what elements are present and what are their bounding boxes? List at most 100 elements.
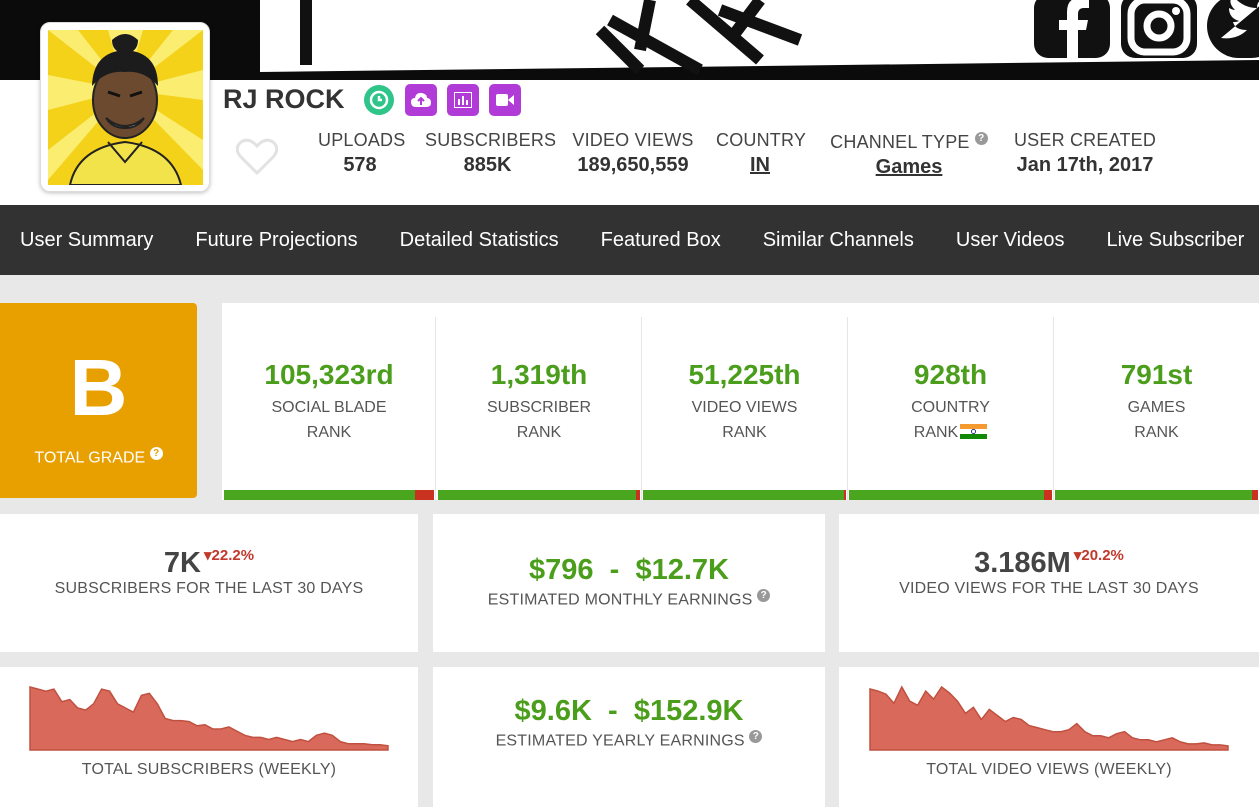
rank-label-line: COUNTRY	[911, 399, 990, 416]
stat-user-created: USER CREATED Jan 17th, 2017	[1012, 130, 1158, 177]
avatar-image	[48, 30, 203, 185]
rank-value: 51,225th	[688, 359, 801, 390]
rank-label: SUBSCRIBER RANK	[437, 395, 641, 445]
stat-subscribers: SUBSCRIBERS 885K	[425, 130, 557, 177]
video-views-30-days-card: 3.186M ▾20.2% VIDEO VIEWS FOR THE LAST 30…	[839, 514, 1259, 652]
rank-label-line: RANK	[913, 424, 959, 441]
grade-label: TOTAL GRADE ?	[0, 447, 197, 467]
rank-trend-bar	[643, 490, 846, 500]
rank-value: 928th	[913, 359, 988, 390]
views30-label: VIDEO VIEWS FOR THE LAST 30 DAYS	[899, 580, 1199, 597]
nav-similar-channels[interactable]: Similar Channels	[743, 229, 936, 252]
views30-change-text: 20.2%	[1081, 547, 1124, 564]
total-subscribers-weekly-card: TOTAL SUBSCRIBERS (WEEKLY)	[0, 667, 418, 807]
favorite-heart-icon[interactable]	[235, 138, 279, 181]
twitter-icon[interactable]	[1207, 0, 1259, 58]
subscribers-sparkline-area	[29, 686, 389, 751]
nav-live-subscriber[interactable]: Live Subscriber	[1086, 229, 1259, 252]
stat-channel-type: CHANNEL TYPE ? Games	[826, 130, 992, 179]
rank-label-line: GAMES	[1127, 399, 1186, 416]
yearly-high: $152.9K	[633, 695, 744, 727]
video-badge[interactable]	[489, 84, 521, 116]
monthly-label-text: ESTIMATED MONTHLY EARNINGS	[487, 591, 753, 609]
rank-label-line: SUBSCRIBER	[486, 399, 592, 416]
rank-label-line: RANK	[722, 424, 767, 441]
stat-label: SUBSCRIBERS	[425, 130, 557, 150]
monthly-sep: -	[609, 554, 620, 586]
stat-label: COUNTRY	[716, 130, 807, 150]
video-camera-icon	[496, 94, 514, 106]
subs30-row: 7K ▾22.2%	[0, 546, 418, 580]
rank-trend-down	[1251, 490, 1258, 500]
help-icon[interactable]: ?	[149, 447, 163, 460]
yearly-sep: -	[608, 695, 618, 727]
rank-value: 1,319th	[490, 359, 588, 390]
rank-label-line: SOCIAL BLADE	[271, 399, 387, 416]
rank-social-blade: 105,323rd SOCIAL BLADE RANK	[223, 317, 436, 500]
country-link[interactable]: IN	[716, 154, 804, 177]
views30-value: 3.186M	[974, 547, 1071, 579]
upload-badge[interactable]	[405, 84, 437, 116]
instagram-icon[interactable]	[1121, 0, 1197, 58]
grade-label-text: TOTAL GRADE	[34, 449, 146, 467]
stat-label: CHANNEL TYPE ?	[826, 132, 992, 153]
rank-value: 791st	[1120, 359, 1193, 390]
rank-trend-down	[635, 490, 640, 500]
rank-games: 791st GAMES RANK	[1054, 317, 1259, 500]
nav-user-summary[interactable]: User Summary	[0, 229, 175, 252]
nav-user-videos[interactable]: User Videos	[936, 229, 1087, 252]
nav-detailed-statistics[interactable]: Detailed Statistics	[380, 229, 581, 252]
stat-value: Jan 17th, 2017	[1016, 154, 1154, 176]
cloud-upload-icon	[411, 92, 431, 107]
nav-featured-box[interactable]: Featured Box	[581, 229, 743, 252]
views-sparkline-area	[869, 685, 1229, 751]
help-icon[interactable]: ?	[974, 132, 988, 145]
subs-weekly-label: TOTAL SUBSCRIBERS (WEEKLY)	[81, 761, 337, 778]
subs30-value: 7K	[163, 547, 201, 579]
views30-row: 3.186M ▾20.2%	[839, 546, 1259, 580]
stat-label: USER CREATED	[1013, 130, 1157, 150]
rank-subscriber: 1,319th SUBSCRIBER RANK	[437, 317, 642, 500]
rank-label-line: RANK	[516, 424, 562, 441]
rank-label-line: RANK	[306, 424, 352, 441]
india-flag-icon	[960, 424, 988, 439]
help-icon[interactable]: ?	[757, 589, 771, 602]
stat-label-text: CHANNEL TYPE	[830, 132, 970, 152]
rank-panel: 105,323rd SOCIAL BLADE RANK 1,319th SUBSC…	[222, 303, 1259, 500]
stats-badge[interactable]	[447, 84, 479, 116]
partner-badge[interactable]	[363, 84, 395, 116]
grade-letter: B	[69, 343, 128, 432]
bar-chart-icon	[454, 92, 472, 108]
monthly-high: $12.7K	[635, 554, 729, 586]
rank-trend-bar	[849, 490, 1052, 500]
rank-label: SOCIAL BLADE RANK	[223, 395, 435, 445]
stat-value: 189,650,559	[577, 154, 689, 176]
subs30-change: ▾22.2%	[204, 547, 255, 564]
monthly-low: $796	[529, 554, 594, 586]
rank-value: 105,323rd	[264, 359, 394, 390]
help-icon[interactable]: ?	[749, 730, 763, 743]
rank-country: 928th COUNTRY RANK	[848, 317, 1054, 500]
monthly-earnings-range: $796 - $12.7K	[433, 554, 825, 587]
total-grade-box: B TOTAL GRADE ?	[0, 303, 197, 498]
rank-trend-bar	[1055, 490, 1258, 500]
views-sparkline	[869, 685, 1229, 751]
facebook-icon[interactable]	[1034, 0, 1110, 58]
channel-type-link[interactable]: Games	[826, 156, 992, 179]
rank-trend-down	[415, 490, 434, 500]
subscribers-sparkline	[29, 686, 389, 751]
rank-trend-down	[1043, 490, 1052, 500]
yearly-low: $9.6K	[514, 695, 592, 727]
yearly-earnings-card: $9.6K - $152.9K ESTIMATED YEARLY EARNING…	[433, 667, 825, 807]
rank-label-line: VIDEO VIEWS	[691, 399, 798, 416]
nav-future-projections[interactable]: Future Projections	[175, 229, 379, 252]
yearly-label-text: ESTIMATED YEARLY EARNINGS	[495, 732, 745, 750]
yearly-earnings-range: $9.6K - $152.9K	[433, 695, 825, 728]
stat-uploads: UPLOADS 578	[318, 130, 405, 177]
views30-change: ▾20.2%	[1073, 547, 1124, 564]
rank-label: COUNTRY RANK	[848, 395, 1053, 445]
subscribers-30-days-card: 7K ▾22.2% SUBSCRIBERS FOR THE LAST 30 DAY…	[0, 514, 418, 652]
channel-avatar[interactable]	[40, 22, 210, 192]
subs30-label: SUBSCRIBERS FOR THE LAST 30 DAYS	[54, 580, 364, 597]
views-weekly-label: TOTAL VIDEO VIEWS (WEEKLY)	[926, 761, 1172, 778]
